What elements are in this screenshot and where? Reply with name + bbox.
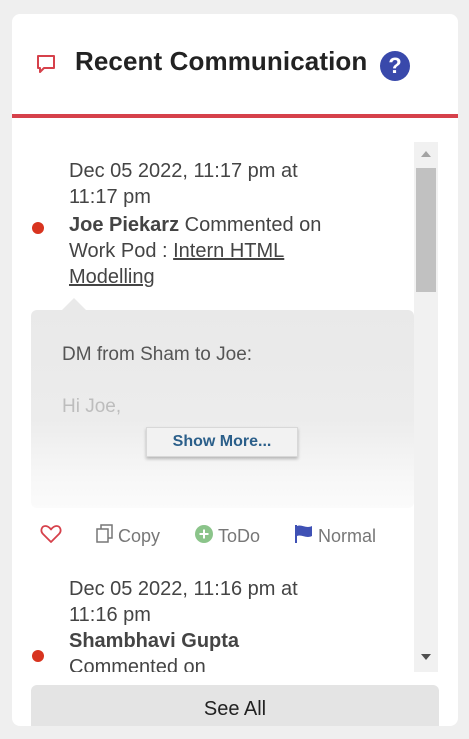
priority-label: Normal bbox=[318, 525, 377, 546]
message-bubble: DM from Sham to Joe: Hi Joe, Show More..… bbox=[31, 310, 414, 508]
entry-timestamp: Dec 05 2022, 11:16 pm at 11:16 pm bbox=[69, 576, 349, 628]
card-header: Recent Communication ? bbox=[12, 14, 458, 118]
action-text: Commented on bbox=[184, 214, 322, 236]
entry-actions: Copy ToDo Normal bbox=[12, 521, 414, 551]
author-name[interactable]: Shambhavi Gupta bbox=[69, 630, 239, 652]
todo-label: ToDo bbox=[218, 525, 261, 546]
timestamp-line-1: Dec 05 2022, 11:16 pm at bbox=[69, 578, 298, 600]
workpod-link-continued[interactable]: Modelling bbox=[69, 266, 155, 288]
timestamp-line-2: 11:17 pm bbox=[69, 186, 151, 208]
card-title: Recent Communication bbox=[75, 46, 368, 76]
flag-icon bbox=[294, 524, 318, 549]
workpod-link[interactable]: Intern HTML bbox=[173, 240, 284, 262]
timestamp-line-1: Dec 05 2022, 11:17 pm at bbox=[69, 160, 298, 182]
action-text: Commented on bbox=[69, 656, 206, 672]
status-dot bbox=[32, 650, 44, 662]
scroll-down-arrow-icon[interactable] bbox=[421, 654, 431, 660]
chat-bubble-icon bbox=[36, 54, 56, 76]
context-text: Work Pod : bbox=[69, 240, 168, 262]
bubble-pointer bbox=[62, 298, 86, 310]
priority-button[interactable]: Normal bbox=[294, 521, 376, 551]
entry-timestamp: Dec 05 2022, 11:17 pm at 11:17 pm bbox=[69, 158, 349, 210]
scroll-up-arrow-icon[interactable] bbox=[421, 151, 431, 157]
scrollbar-thumb[interactable] bbox=[416, 168, 436, 292]
header-divider bbox=[12, 114, 458, 118]
see-all-button[interactable]: See All bbox=[31, 685, 439, 726]
like-button[interactable] bbox=[40, 521, 66, 551]
help-icon[interactable]: ? bbox=[380, 51, 410, 81]
recent-communication-card: Recent Communication ? Dec 05 2022, 11:1… bbox=[12, 14, 458, 726]
entry-summary: Shambhavi Gupta Commented on bbox=[69, 628, 349, 672]
message-line-1: DM from Sham to Joe: bbox=[62, 344, 253, 365]
copy-button[interactable]: Copy bbox=[96, 521, 160, 551]
feed-scrollbar[interactable] bbox=[414, 142, 438, 672]
entry-summary: Joe Piekarz Commented on Work Pod : Inte… bbox=[69, 212, 349, 290]
todo-button[interactable]: ToDo bbox=[194, 521, 260, 551]
communication-feed[interactable]: Dec 05 2022, 11:17 pm at 11:17 pm Joe Pi… bbox=[12, 142, 414, 672]
copy-label: Copy bbox=[118, 525, 161, 546]
add-circle-icon bbox=[194, 524, 218, 549]
heart-icon bbox=[40, 524, 66, 549]
timestamp-line-2: 11:16 pm bbox=[69, 604, 151, 626]
author-name[interactable]: Joe Piekarz bbox=[69, 214, 179, 236]
status-dot bbox=[32, 222, 44, 234]
show-more-button[interactable]: Show More... bbox=[146, 427, 298, 457]
copy-icon bbox=[96, 523, 118, 549]
message-line-2: Hi Joe, bbox=[62, 396, 122, 417]
